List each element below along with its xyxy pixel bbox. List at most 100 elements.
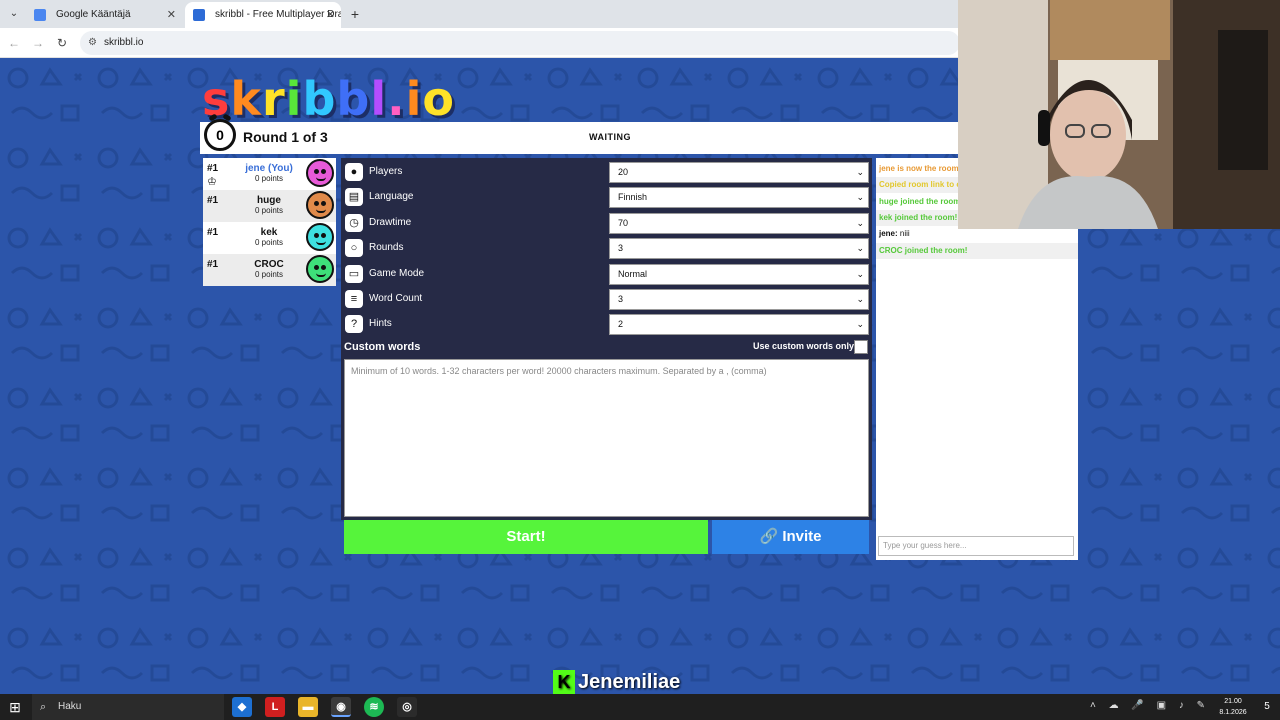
setting-label: Language <box>369 191 414 203</box>
chat-text: huge joined the room! <box>879 196 963 206</box>
address-bar[interactable]: ⚙ skribbl.io <box>80 31 960 55</box>
tab-title: skribbl - Free Multiplayer Drawi <box>215 9 341 20</box>
site-info-icon[interactable]: ⚙ <box>88 31 97 55</box>
custom-words-textarea[interactable]: Minimum of 10 words. 1-32 characters per… <box>344 359 869 517</box>
setting-value: 20 <box>618 167 629 177</box>
close-icon[interactable]: ✕ <box>167 2 176 28</box>
setting-row-language: ▤ Language Finnish ⌄ <box>341 185 872 210</box>
setting-label: Drawtime <box>369 216 412 228</box>
setting-value: 3 <box>618 243 624 254</box>
avatar-eye <box>321 265 326 270</box>
avatar-mouth <box>316 209 326 213</box>
close-icon[interactable]: ✕ <box>326 2 335 28</box>
chat-author: jene: <box>879 229 898 239</box>
player-rank: #1 <box>207 195 219 206</box>
player-list: #1 ♔ jene (You) 0 points #1 huge 0 points #1 kek… <box>203 158 336 286</box>
tab-search-button[interactable]: ⌄ <box>4 4 24 24</box>
custom-words-placeholder: Minimum of 10 words. 1-32 characters per… <box>351 366 767 376</box>
setting-value: Finnish <box>618 192 648 203</box>
logo-letter: i <box>285 72 303 126</box>
taskbar-clock[interactable]: 21.00 8.1.2026 <box>1212 696 1254 718</box>
player-points: 0 points <box>254 206 284 215</box>
player-avatar <box>306 191 334 219</box>
taskbar-search[interactable]: ⌕ Haku <box>32 694 224 720</box>
setting-select[interactable]: 2 ⌄ <box>609 314 869 336</box>
crown-icon: ♔ <box>207 176 217 188</box>
logo-letter: l <box>370 72 388 126</box>
new-tab-button[interactable]: + <box>345 4 365 24</box>
back-arrow-icon[interactable]: ← <box>4 33 24 53</box>
avatar-eye <box>314 233 319 238</box>
guess-input[interactable]: Type your guess here... <box>878 536 1074 556</box>
setting-value: Normal <box>618 268 648 279</box>
player-name: CROC <box>254 259 284 270</box>
setting-label: Word Count <box>369 293 423 304</box>
invite-button[interactable]: 🔗 Invite <box>712 520 869 554</box>
player-rank: #1 <box>207 227 219 238</box>
setting-row-hints: ? Hints 2 ⌄ <box>341 312 872 337</box>
setting-value: 2 <box>618 319 624 330</box>
player-name: jene (You) <box>245 163 293 174</box>
system-tray-icons[interactable]: ˄ ☁ 🎤 ▣ ♪ ✎ <box>1090 700 1210 711</box>
l-app-icon[interactable]: L <box>265 697 285 717</box>
game-status: WAITING <box>589 132 631 142</box>
setting-select[interactable]: 3 ⌄ <box>609 289 869 310</box>
spotify-icon[interactable]: ≋ <box>364 697 384 717</box>
start-label: Start! <box>506 528 546 545</box>
kick-logo-icon: K <box>553 670 575 694</box>
alarm-icon: ◷ <box>345 213 363 232</box>
chat-text: niii <box>899 229 910 239</box>
setting-row-rounds: ○ Rounds 3 ⌄ <box>341 236 872 261</box>
player-avatar <box>306 223 334 251</box>
custom-words-title: Custom words <box>344 341 421 353</box>
setting-select[interactable]: Finnish ⌄ <box>609 187 869 209</box>
obs-icon[interactable]: ◎ <box>397 697 417 717</box>
reload-icon[interactable]: ↻ <box>52 33 72 53</box>
player-points: 0 points <box>254 270 284 279</box>
player-row[interactable]: #1 ♔ jene (You) 0 points <box>203 158 336 190</box>
player-row[interactable]: #1 CROC 0 points <box>203 254 336 286</box>
chevron-down-icon: ⌄ <box>856 319 864 330</box>
skribbl-logo: skribbl.io <box>202 72 455 126</box>
guess-input-placeholder: Type your guess here... <box>883 541 967 550</box>
taskbar-search-label: Haku <box>58 701 82 712</box>
player-points: 0 points <box>254 238 284 247</box>
store-app-icon[interactable]: ◆ <box>232 697 252 717</box>
player-row[interactable]: #1 kek 0 points <box>203 222 336 254</box>
timer-clock-icon: 0 <box>204 119 236 151</box>
player-row[interactable]: #1 huge 0 points <box>203 190 336 222</box>
setting-select[interactable]: 20 ⌄ <box>609 162 869 183</box>
start-button[interactable]: Start! <box>344 520 708 554</box>
windows-start-icon[interactable]: ⊞ <box>6 698 24 716</box>
setting-select[interactable]: Normal ⌄ <box>609 263 869 285</box>
logo-letter: o <box>422 72 455 126</box>
timer-value: 0 <box>216 127 224 143</box>
streamer-name: Jenemiliae <box>578 671 681 693</box>
avatar-mouth <box>316 273 326 277</box>
setting-label: Hints <box>369 318 392 330</box>
avatar-eye <box>314 169 319 174</box>
setting-select[interactable]: 3 ⌄ <box>609 238 869 260</box>
avatar-mouth <box>316 241 326 245</box>
notification-icon[interactable]: 5 <box>1258 698 1276 716</box>
logo-letter: b <box>336 72 371 126</box>
setting-select[interactable]: 70 ⌄ <box>609 212 869 234</box>
tab-google-translate[interactable]: Google Kääntäjä ✕ <box>26 2 182 28</box>
question-icon: ? <box>345 315 363 334</box>
tab-skribbl[interactable]: skribbl - Free Multiplayer Drawi ✕ <box>185 2 341 28</box>
windows-taskbar: ⊞ ⌕ Haku ◆ L ▬ ◉ ≋ ◎ ˄ ☁ 🎤 ▣ ♪ ✎ 21.00 8… <box>0 694 1280 720</box>
forward-arrow-icon[interactable]: → <box>28 33 48 53</box>
lobby-settings-panel: Custom words Use custom words only Minim… <box>341 158 872 520</box>
custom-words-only-checkbox[interactable] <box>854 340 868 354</box>
file-explorer-icon[interactable]: ▬ <box>298 697 318 717</box>
person-icon: ● <box>345 163 363 181</box>
player-name: kek <box>260 227 278 238</box>
setting-label: Game Mode <box>369 267 425 279</box>
chevron-down-icon: ⌄ <box>856 167 864 177</box>
invite-label: Invite <box>782 528 822 545</box>
custom-words-only-label: Use custom words only <box>753 341 855 351</box>
chevron-down-icon: ⌄ <box>856 268 864 279</box>
player-rank: #1 <box>207 163 219 174</box>
gamepad-icon: ▭ <box>345 264 363 283</box>
chrome-icon[interactable]: ◉ <box>331 697 351 717</box>
